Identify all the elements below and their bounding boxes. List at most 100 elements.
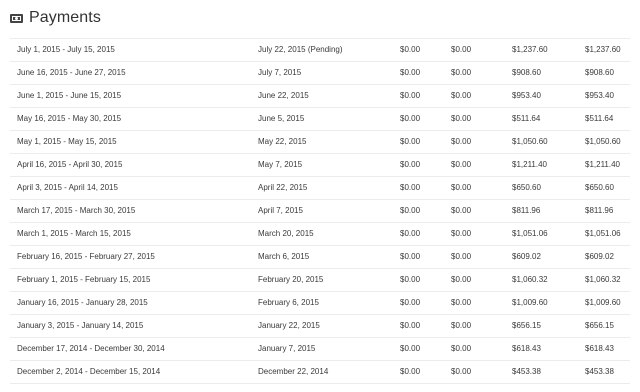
amount-col-d: $453.38 (585, 367, 614, 376)
pay-period: March 1, 2015 - March 15, 2015 (17, 229, 131, 238)
pay-date: March 20, 2015 (258, 229, 314, 238)
amount-col-d: $1,050.60 (585, 137, 621, 146)
pay-date: July 7, 2015 (258, 68, 302, 77)
amount-col-c: $953.40 (512, 91, 541, 100)
amount-col-a: $0.00 (400, 183, 421, 192)
amount-col-b: $0.00 (451, 91, 472, 100)
pay-period: June 16, 2015 - June 27, 2015 (17, 68, 126, 77)
payments-table: July 1, 2015 - July 15, 2015 July 22, 201… (10, 38, 630, 384)
amount-col-a: $0.00 (400, 68, 421, 77)
pay-date: April 22, 2015 (258, 183, 308, 192)
amount-col-c: $656.15 (512, 321, 541, 330)
amount-col-a: $0.00 (400, 367, 421, 376)
amount-col-a: $0.00 (400, 298, 421, 307)
amount-col-a: $0.00 (400, 114, 421, 123)
table-row[interactable]: March 1, 2015 - March 15, 2015 March 20, … (10, 223, 630, 246)
table-row[interactable]: February 16, 2015 - February 27, 2015 Mar… (10, 246, 630, 269)
amount-col-c: $1,051.06 (512, 229, 548, 238)
pay-period: April 16, 2015 - April 30, 2015 (17, 160, 123, 169)
amount-col-d: $1,211.40 (585, 160, 620, 169)
table-row[interactable]: May 1, 2015 - May 15, 2015 May 22, 2015 $0… (10, 131, 630, 154)
amount-col-a: $0.00 (400, 91, 421, 100)
amount-col-c: $511.64 (512, 114, 541, 123)
amount-col-b: $0.00 (451, 45, 472, 54)
pay-date: December 22, 2014 (258, 367, 329, 376)
pay-period: March 17, 2015 - March 30, 2015 (17, 206, 136, 215)
amount-col-b: $0.00 (451, 183, 472, 192)
table-row[interactable]: March 17, 2015 - March 30, 2015 April 7, … (10, 200, 630, 223)
amount-col-b: $0.00 (451, 68, 472, 77)
amount-col-c: $1,009.60 (512, 298, 548, 307)
table-row[interactable]: April 3, 2015 - April 14, 2015 April 22, … (10, 177, 630, 200)
amount-col-c: $1,211.40 (512, 160, 547, 169)
payments-header: Payments (0, 0, 640, 36)
table-row[interactable]: June 1, 2015 - June 15, 2015 June 22, 201… (10, 85, 630, 108)
amount-col-a: $0.00 (400, 45, 421, 54)
amount-col-c: $1,237.60 (512, 45, 548, 54)
amount-col-c: $908.60 (512, 68, 541, 77)
pay-period: February 1, 2015 - February 15, 2015 (17, 275, 151, 284)
pay-date: May 22, 2015 (258, 137, 307, 146)
pay-period: May 1, 2015 - May 15, 2015 (17, 137, 117, 146)
amount-col-d: $908.60 (585, 68, 614, 77)
pay-date: April 7, 2015 (258, 206, 303, 215)
pay-date: March 6, 2015 (258, 252, 310, 261)
amount-col-d: $650.60 (585, 183, 614, 192)
table-row[interactable]: July 1, 2015 - July 15, 2015 July 22, 201… (10, 38, 630, 62)
amount-col-b: $0.00 (451, 367, 472, 376)
pay-period: June 1, 2015 - June 15, 2015 (17, 91, 122, 100)
pay-date: June 5, 2015 (258, 114, 305, 123)
pay-period: May 16, 2015 - May 30, 2015 (17, 114, 122, 123)
table-row[interactable]: January 3, 2015 - January 14, 2015 Januar… (10, 315, 630, 338)
table-row[interactable]: January 16, 2015 - January 28, 2015 Febru… (10, 292, 630, 315)
table-row[interactable]: December 17, 2014 - December 30, 2014 Jan… (10, 338, 630, 361)
pay-period: December 17, 2014 - December 30, 2014 (17, 344, 165, 353)
amount-col-c: $650.60 (512, 183, 541, 192)
money-icon (10, 14, 23, 23)
pay-date: June 22, 2015 (258, 91, 309, 100)
amount-col-a: $0.00 (400, 344, 421, 353)
amount-col-b: $0.00 (451, 275, 472, 284)
amount-col-c: $1,060.32 (512, 275, 548, 284)
amount-col-c: $1,050.60 (512, 137, 548, 146)
amount-col-a: $0.00 (400, 206, 421, 215)
amount-col-a: $0.00 (400, 229, 421, 238)
table-row[interactable]: June 16, 2015 - June 27, 2015 July 7, 201… (10, 62, 630, 85)
amount-col-c: $811.96 (512, 206, 541, 215)
amount-col-b: $0.00 (451, 321, 472, 330)
table-row[interactable]: December 2, 2014 - December 15, 2014 Dece… (10, 361, 630, 384)
pay-date: February 20, 2015 (258, 275, 324, 284)
pay-period: January 3, 2015 - January 14, 2015 (17, 321, 144, 330)
table-row[interactable]: February 1, 2015 - February 15, 2015 Febr… (10, 269, 630, 292)
amount-col-c: $453.38 (512, 367, 541, 376)
pay-date: July 22, 2015 (Pending) (258, 45, 343, 54)
amount-col-b: $0.00 (451, 206, 472, 215)
table-row[interactable]: May 16, 2015 - May 30, 2015 June 5, 2015 $… (10, 108, 630, 131)
amount-col-a: $0.00 (400, 137, 421, 146)
amount-col-b: $0.00 (451, 229, 472, 238)
amount-col-a: $0.00 (400, 321, 421, 330)
table-row[interactable]: April 16, 2015 - April 30, 2015 May 7, 20… (10, 154, 630, 177)
pay-period: July 1, 2015 - July 15, 2015 (17, 45, 115, 54)
amount-col-d: $953.40 (585, 91, 614, 100)
amount-col-d: $1,060.32 (585, 275, 621, 284)
amount-col-b: $0.00 (451, 137, 472, 146)
amount-col-b: $0.00 (451, 344, 472, 353)
amount-col-d: $811.96 (585, 206, 614, 215)
amount-col-d: $1,237.60 (585, 45, 621, 54)
amount-col-b: $0.00 (451, 160, 472, 169)
amount-col-c: $618.43 (512, 344, 541, 353)
amount-col-d: $609.02 (585, 252, 614, 261)
amount-col-a: $0.00 (400, 275, 421, 284)
pay-date: May 7, 2015 (258, 160, 303, 169)
pay-date: January 7, 2015 (258, 344, 316, 353)
pay-period: April 3, 2015 - April 14, 2015 (17, 183, 118, 192)
amount-col-b: $0.00 (451, 298, 472, 307)
amount-col-d: $656.15 (585, 321, 614, 330)
page-title: Payments (29, 9, 101, 26)
amount-col-a: $0.00 (400, 160, 421, 169)
amount-col-d: $511.64 (585, 114, 614, 123)
pay-period: December 2, 2014 - December 15, 2014 (17, 367, 161, 376)
amount-col-b: $0.00 (451, 114, 472, 123)
pay-date: January 22, 2015 (258, 321, 320, 330)
